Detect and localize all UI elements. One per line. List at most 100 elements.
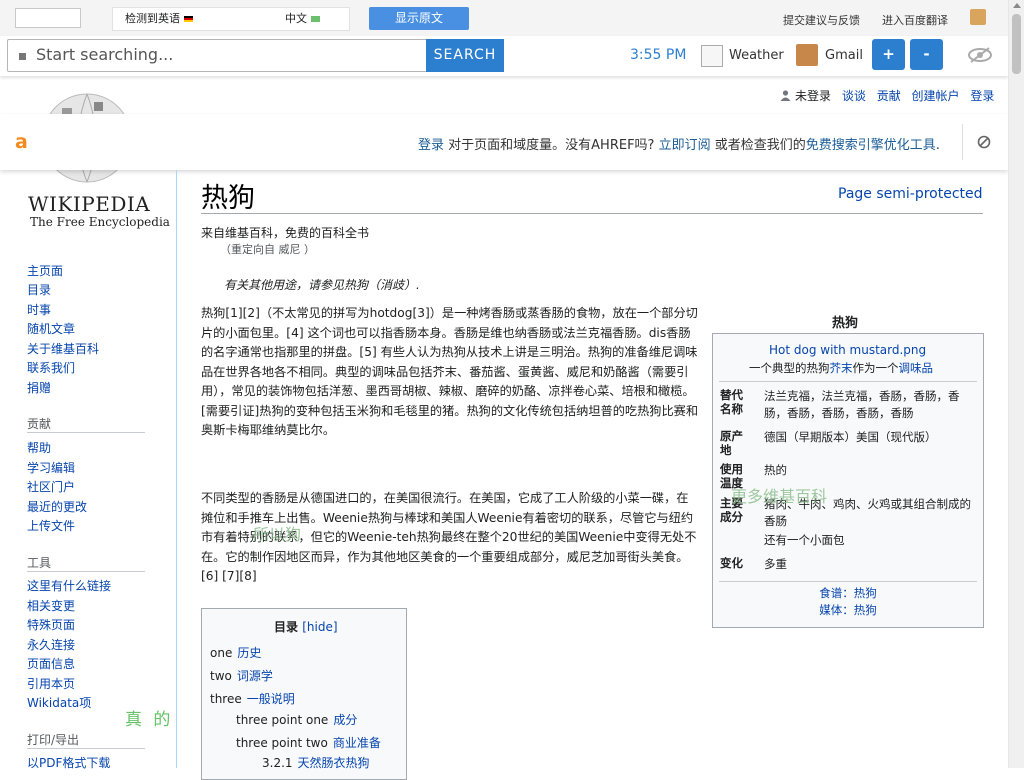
search-bullet-icon [19,53,26,60]
infobox-value-link[interactable]: 多重 [764,556,978,573]
toc-label: 商业准备 [332,736,381,750]
talk-link[interactable]: 谈谈 [842,89,866,103]
toc-item[interactable]: one 历史 [210,644,261,661]
search-input[interactable] [36,43,416,66]
toc-hide-link[interactable]: [hide] [302,620,337,634]
infobox-label: 变化 [720,556,743,570]
login-link[interactable]: 登录 [970,89,994,103]
ahrefs-logo[interactable]: a [15,131,28,153]
infobox-value: 还有一个小面包 [764,533,845,547]
sidebar-item-what-links-here[interactable]: 这里有什么链接 [27,577,111,594]
wikipedia-tagline: The Free Encyclopedia [30,215,170,229]
sidebar-item-help[interactable]: 帮助 [27,439,51,456]
toc-number: one [210,646,233,660]
ahrefs-subscribe-link[interactable]: 立即订阅 [659,138,711,153]
sidebar-item-permanent-link[interactable]: 永久连接 [27,636,75,653]
toc-item[interactable]: 3.2.1 天然肠衣热狗 [262,754,370,771]
sidebar-item-special-pages[interactable]: 特殊页面 [27,616,75,633]
semi-protected-label: Page semi-protected [838,186,983,202]
source-language[interactable]: 检测到英语 [125,8,193,30]
user-icon [780,90,791,101]
table-of-contents: 目录 [hide] one 历史 two 词源学 three 一般说明 three p… [201,608,407,780]
overlay-text: 真 的 [125,710,174,730]
search-box[interactable] [7,39,429,72]
translate-logo-image [15,8,81,28]
scrollbar-thumb[interactable] [1012,14,1021,74]
scrollbar[interactable] [1008,0,1024,768]
hot-dog-image[interactable]: Hot dog with mustard.png [769,343,926,357]
infobox-divider [719,581,977,582]
scroll-up-arrow-icon[interactable] [1013,3,1021,8]
sidebar-item-contents[interactable]: 目录 [27,281,51,298]
infobox-value: 德国（早期版本）美国（现代版） [764,430,937,444]
redirect-note: （重定向自 威尼 ） [220,243,315,256]
recipe-link[interactable]: 食谱：热狗 [713,585,983,601]
toc-item[interactable]: three 一般说明 [210,690,295,707]
toc-number: three point one [236,713,329,727]
sidebar-item-community[interactable]: 社区门户 [27,478,75,495]
gmail-link[interactable]: Gmail [825,48,863,63]
from-wikipedia: 来自维基百科，免费的百科全书 [201,226,370,240]
sidebar-item-contact[interactable]: 联系我们 [27,359,75,376]
sidebar-item-wikidata[interactable]: Wikidata项 [27,694,91,711]
weather-link[interactable]: Weather [729,48,784,63]
sidebar-item-learn-edit[interactable]: 学习编辑 [27,459,75,476]
ahrefs-text-1: 对于页面和域度量。没有AHREF吗? [448,138,655,153]
toc-item[interactable]: two 词源学 [210,667,273,684]
infobox-label: 原产地 [720,429,743,457]
sidebar-item-current-events[interactable]: 时事 [27,301,51,318]
doge-avatar-icon[interactable] [970,9,986,25]
media-link[interactable]: 媒体：热狗 [713,602,983,618]
ahrefs-close-icon[interactable] [977,135,991,149]
condiment-link[interactable]: 调味品 [899,361,934,375]
title-divider [201,213,983,214]
contributions-link[interactable]: 贡献 [877,89,901,103]
sidebar-item-random[interactable]: 随机文章 [27,320,75,337]
toc-title: 目录 [hide] [274,618,338,635]
sidebar-item-main-page[interactable]: 主页面 [27,262,63,279]
sidebar-item-page-info[interactable]: 页面信息 [27,655,75,672]
toc-title-label: 目录 [274,620,299,634]
semi-protected-icon[interactable]: Page semi-protected [838,186,983,202]
toc-label: 成分 [333,713,358,727]
create-account-link[interactable]: 创建帐户 [912,89,960,103]
toc-item[interactable]: three point one 成分 [236,711,357,728]
search-button[interactable]: SEARCH [426,39,504,72]
toc-item[interactable]: three point two 商业准备 [236,734,381,751]
not-logged-in-label: 未登录 [795,89,832,103]
feedback-link[interactable]: 提交建议与反馈 [783,12,860,28]
ahrefs-period: . [935,138,940,153]
toc-label: 历史 [237,646,262,660]
flag-de-icon [184,16,193,22]
infobox-value: 法兰克福，法兰克福，香肠，香肠，香肠，香肠，香肠，香肠，香肠 [764,389,960,420]
flag-icon [311,16,320,22]
show-original-button[interactable]: 显示原文 [369,7,469,30]
wikipedia-wordmark[interactable]: WIKIPEDIA [28,192,150,216]
ahrefs-login-link[interactable]: 登录 [418,138,444,153]
mustard-link[interactable]: 芥末 [830,361,853,375]
personal-tools: 未登录 谈谈 贡献 创建帐户 登录 [780,87,1001,104]
zoom-in-button[interactable]: + [872,39,905,70]
ahrefs-tools-link[interactable]: 免费搜索引擎优化工具 [806,138,936,153]
zoom-out-button[interactable]: - [910,39,943,70]
caption-text: 作为一个 [852,361,899,375]
sidebar-item-about[interactable]: 关于维基百科 [27,340,99,357]
caption-text: 一个典型的热狗 [749,361,830,375]
baidu-translate-link[interactable]: 进入百度翻译 [882,12,948,28]
sidebar-item-recent-changes[interactable]: 最近的更改 [27,498,87,515]
weather-icon[interactable] [701,45,723,67]
sidebar-item-upload[interactable]: 上传文件 [27,517,75,534]
sidebar-item-download-pdf[interactable]: 以PDF格式下载 [27,754,110,771]
hatnote[interactable]: 有关其他用途，请参见热狗（消歧）. [224,276,420,293]
sidebar-divider [27,432,145,433]
target-language-label: 中文 [285,12,307,25]
gmail-icon[interactable] [796,44,818,66]
sidebar-item-cite[interactable]: 引用本页 [27,675,75,692]
target-language[interactable]: 中文 [285,8,320,30]
sidebar-heading-contribute: 贡献 [27,417,52,431]
ahrefs-text-2: 或者检查我们的 [714,138,806,153]
sidebar-item-related-changes[interactable]: 相关变更 [27,597,75,614]
language-selector[interactable]: 检测到英语 中文 [112,7,350,31]
sidebar-item-donate[interactable]: 捐赠 [27,379,51,396]
hide-eye-icon[interactable] [967,46,993,64]
